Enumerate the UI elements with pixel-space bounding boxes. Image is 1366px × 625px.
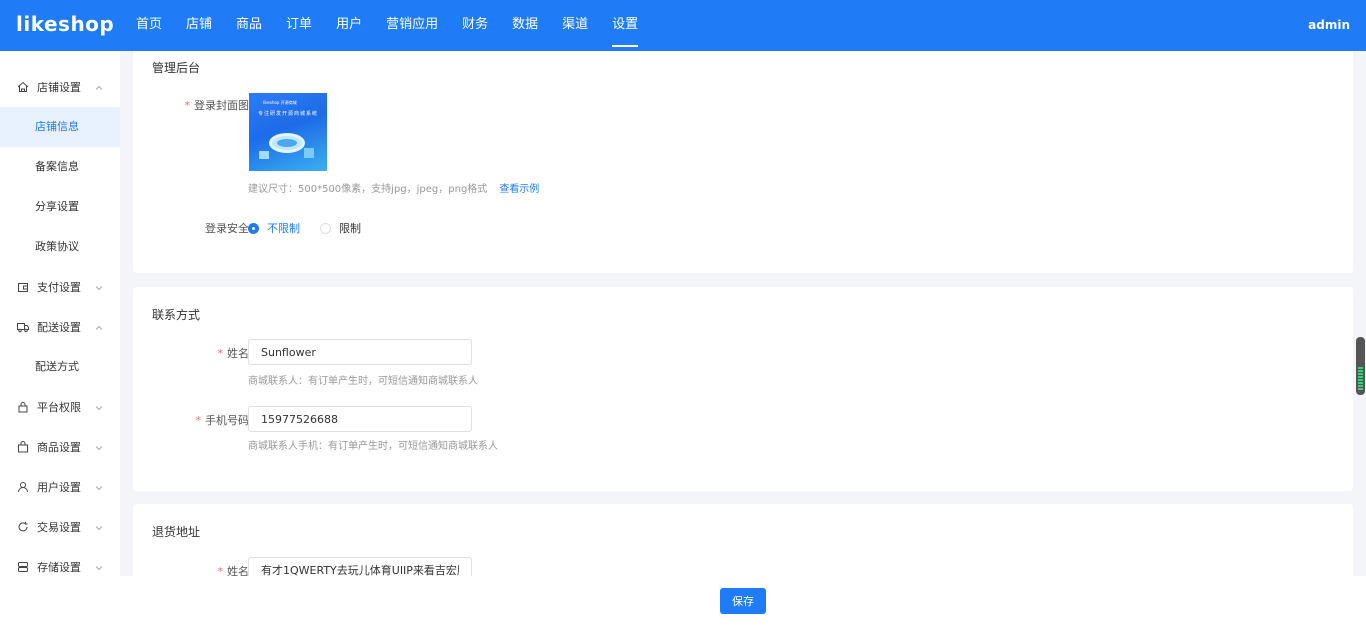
section-title-contact: 联系方式 <box>152 308 201 322</box>
nav-orders[interactable]: 订单 <box>274 0 324 51</box>
section-title-return: 退货地址 <box>152 525 201 539</box>
wallet-icon <box>17 281 29 293</box>
contact-name-label: * 姓名 <box>217 347 250 360</box>
refresh-icon <box>17 521 29 533</box>
main-content[interactable]: 管理后台 * 登录封面图 likeshop 开源商城 专注研发开源商城系统 建议尺… <box>120 51 1354 576</box>
return-name-input[interactable] <box>248 557 472 576</box>
chevron-up-icon <box>94 82 104 92</box>
top-bar: likeshop 首页 店铺 商品 订单 用户 营销应用 财务 数据 渠道 设置… <box>0 0 1366 51</box>
save-button[interactable]: 保存 <box>720 588 766 614</box>
radio-restricted[interactable]: 限制 <box>320 220 361 236</box>
sidebar-item-shop-info[interactable]: 店铺信息 <box>0 107 120 147</box>
contact-phone-input[interactable] <box>248 406 472 432</box>
sidebar-group-goods[interactable]: 商品设置 <box>0 427 120 467</box>
section-title-admin: 管理后台 <box>152 61 201 75</box>
scrollbar-track[interactable] <box>1355 51 1366 576</box>
sidebar-group-shop[interactable]: 店铺设置 <box>0 67 120 107</box>
footer-bar: 保存 <box>0 576 1366 625</box>
sidebar-item-delivery-method[interactable]: 配送方式 <box>0 347 120 387</box>
contact-phone-tip: 商城联系人手机：有订单产生时，可短信通知商城联系人 <box>248 441 498 452</box>
home-icon <box>17 81 29 93</box>
return-name-label: * 姓名 <box>217 565 250 576</box>
database-icon <box>17 561 29 573</box>
cover-label: * 登录封面图 <box>184 99 250 112</box>
admin-card: 管理后台 * 登录封面图 likeshop 开源商城 专注研发开源商城系统 建议尺… <box>133 51 1353 273</box>
cover-tip: 建议尺寸：500*500像素，支持jpg，jpeg，png格式 查看示例 <box>248 184 540 195</box>
lock-icon <box>17 401 29 413</box>
scrollbar-thumb[interactable] <box>1356 337 1365 395</box>
view-example-link[interactable]: 查看示例 <box>499 184 539 195</box>
radio-unrestricted[interactable]: 不限制 <box>248 220 300 236</box>
nav-settings[interactable]: 设置 <box>600 0 650 51</box>
nav-shop[interactable]: 店铺 <box>174 0 224 51</box>
sidebar-item-share[interactable]: 分享设置 <box>0 187 120 227</box>
nav-users[interactable]: 用户 <box>324 0 374 51</box>
sidebar-group-platform[interactable]: 平台权限 <box>0 387 120 427</box>
return-address-card: 退货地址 * 姓名 <box>133 504 1353 576</box>
chevron-up-icon <box>94 322 104 332</box>
sidebar-group-pay[interactable]: 支付设置 <box>0 267 120 307</box>
sidebar-item-policy[interactable]: 政策协议 <box>0 227 120 267</box>
sidebar: 店铺设置 店铺信息 备案信息 分享设置 政策协议 支付设置 配送设置 配送方式 … <box>0 51 120 625</box>
contact-name-tip: 商城联系人：有订单产生时，可短信通知商城联系人 <box>248 376 478 387</box>
cover-image[interactable]: likeshop 开源商城 专注研发开源商城系统 <box>249 93 327 171</box>
security-label: 登录安全 <box>205 222 249 235</box>
nav-finance[interactable]: 财务 <box>450 0 500 51</box>
nav-data[interactable]: 数据 <box>500 0 550 51</box>
sidebar-group-users[interactable]: 用户设置 <box>0 467 120 507</box>
sidebar-group-delivery[interactable]: 配送设置 <box>0 307 120 347</box>
logo[interactable]: likeshop <box>16 12 114 36</box>
sidebar-group-trade[interactable]: 交易设置 <box>0 507 120 547</box>
contact-phone-label: * 手机号码 <box>195 414 250 427</box>
chevron-down-icon <box>94 282 104 292</box>
sidebar-item-filing[interactable]: 备案信息 <box>0 147 120 187</box>
truck-icon <box>17 321 29 333</box>
main-nav: 首页 店铺 商品 订单 用户 营销应用 财务 数据 渠道 设置 <box>124 0 650 51</box>
contact-name-input[interactable] <box>248 339 472 365</box>
contact-card: 联系方式 *姓名 商城联系人：有订单产生时，可短信通知商城联系人 *手机号码 商… <box>133 287 1353 491</box>
chevron-down-icon <box>94 482 104 492</box>
chevron-down-icon <box>94 562 104 572</box>
bag-icon <box>17 441 29 453</box>
nav-marketing[interactable]: 营销应用 <box>374 0 450 51</box>
chevron-down-icon <box>94 402 104 412</box>
nav-channels[interactable]: 渠道 <box>550 0 600 51</box>
chevron-down-icon <box>94 522 104 532</box>
user-menu[interactable]: admin <box>1308 0 1350 51</box>
nav-home[interactable]: 首页 <box>124 0 174 51</box>
user-icon <box>17 481 29 493</box>
nav-goods[interactable]: 商品 <box>224 0 274 51</box>
chevron-down-icon <box>94 442 104 452</box>
